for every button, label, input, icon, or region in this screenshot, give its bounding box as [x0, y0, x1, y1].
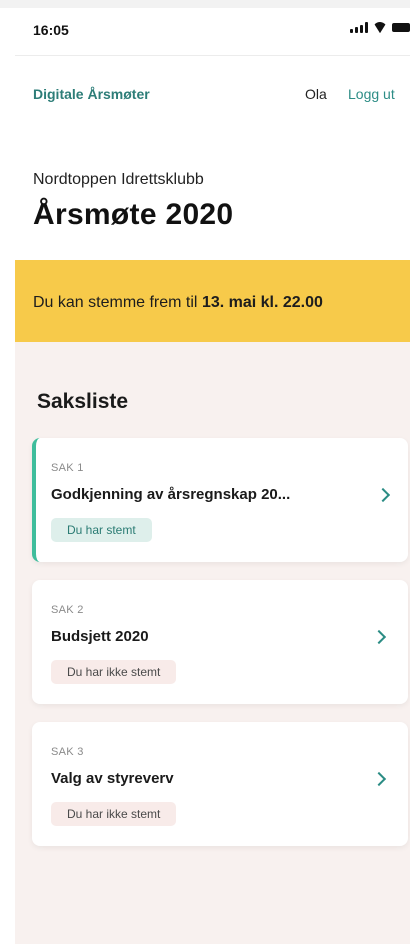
agenda-section: Saksliste SAK 1 Godkjenning av årsregnsk…	[15, 342, 410, 944]
title-prefix: Årsmøte	[33, 198, 157, 231]
agenda-item-title: Godkjenning av årsregnskap 20...	[51, 486, 291, 503]
agenda-heading: Saksliste	[37, 390, 129, 413]
chevron-right-icon[interactable]	[371, 629, 387, 645]
agenda-item-3[interactable]: SAK 3 Valg av styreverv Du har ikke stem…	[32, 722, 408, 846]
phone-screen: 16:05 Digitale Årsmøter Ola Logg ut Nord…	[0, 0, 410, 944]
agenda-item-title: Valg av styreverv	[51, 770, 174, 787]
wifi-icon	[373, 22, 387, 33]
signal-icon	[350, 22, 368, 33]
agenda-item-number: SAK 3	[51, 746, 84, 758]
page-title: Årsmøte 2020	[33, 198, 233, 232]
deadline-text: Du kan stemme frem til 13. mai kl. 22.00	[33, 294, 323, 312]
agenda-item-number: SAK 2	[51, 604, 84, 616]
vote-status-badge: Du har ikke stemt	[51, 660, 177, 684]
brand-logo[interactable]: Digitale Årsmøter	[33, 86, 150, 102]
logout-link[interactable]: Logg ut	[348, 86, 395, 102]
agenda-item-2[interactable]: SAK 2 Budsjett 2020 Du har ikke stemt	[32, 580, 408, 704]
chevron-right-icon[interactable]	[371, 771, 387, 787]
top-nav: Digitale Årsmøter Ola Logg ut	[15, 56, 410, 136]
vote-status-badge: Du har ikke stemt	[51, 802, 177, 826]
status-icons	[350, 22, 410, 33]
agenda-item-1[interactable]: SAK 1 Godkjenning av årsregnskap 20... D…	[32, 438, 408, 562]
chevron-right-icon[interactable]	[375, 487, 391, 503]
agenda-item-number: SAK 1	[51, 462, 84, 474]
status-time: 16:05	[33, 22, 69, 38]
deadline-prefix: Du kan stemme frem til	[33, 294, 198, 311]
vote-status-badge: Du har stemt	[51, 518, 152, 542]
agenda-item-title: Budsjett 2020	[51, 628, 149, 645]
deadline-date: 13. mai kl. 22.00	[201, 294, 323, 311]
status-bar: 16:05	[15, 8, 410, 56]
user-name: Ola	[305, 86, 327, 102]
deadline-banner: Du kan stemme frem til 13. mai kl. 22.00	[15, 260, 410, 342]
battery-icon	[392, 23, 410, 32]
organization-name: Nordtoppen Idrettsklubb	[33, 171, 204, 188]
title-year: 2020	[165, 198, 234, 231]
